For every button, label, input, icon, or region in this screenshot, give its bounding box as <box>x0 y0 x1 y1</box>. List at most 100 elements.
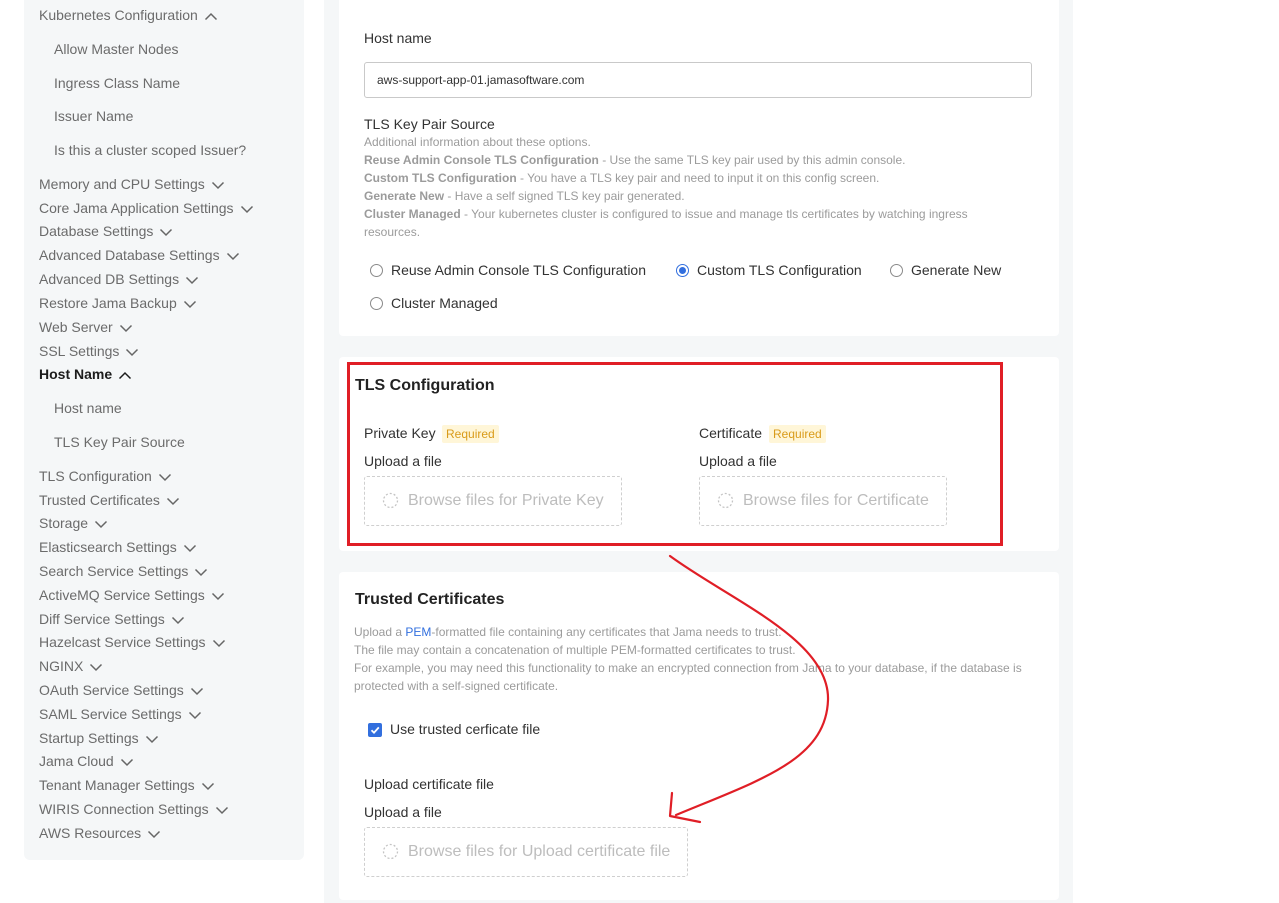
sidebar-item-storage[interactable]: Storage <box>39 514 108 532</box>
private-key-upload-label: Upload a file <box>364 453 442 469</box>
sidebar-item-label: Ingress Class Name <box>54 75 181 91</box>
sidebar-item-aws-resources[interactable]: AWS Resources <box>39 824 161 842</box>
private-key-dropzone[interactable]: Browse files for Private Key <box>364 476 622 526</box>
sidebar-item-hazelcast-service-settings[interactable]: Hazelcast Service Settings <box>39 633 226 651</box>
sidebar-item-nginx[interactable]: NGINX <box>39 657 103 675</box>
radio-generate-new[interactable] <box>890 264 903 277</box>
sidebar-item-label: Web Server <box>39 319 113 335</box>
tls-source-help-line: Custom TLS Configuration - You have a TL… <box>364 171 880 185</box>
sidebar-item-jama-cloud[interactable]: Jama Cloud <box>39 752 134 770</box>
sidebar-item-advanced-database-settings[interactable]: Advanced Database Settings <box>39 246 240 264</box>
private-key-label: Private Key <box>364 425 436 441</box>
chevron-up-icon <box>118 371 132 380</box>
sidebar-item-label: Database Settings <box>39 223 154 239</box>
pem-link[interactable]: PEM <box>405 625 431 639</box>
sidebar-item-label: Elasticsearch Settings <box>39 539 177 555</box>
sidebar-item-label: AWS Resources <box>39 825 142 841</box>
sidebar-item-search-service-settings[interactable]: Search Service Settings <box>39 562 208 580</box>
sidebar-item-label: Memory and CPU Settings <box>39 176 205 192</box>
sidebar-item-startup-settings[interactable]: Startup Settings <box>39 729 159 747</box>
sidebar-item-wiris-connection-settings[interactable]: WIRIS Connection Settings <box>39 800 229 818</box>
loading-spinner-icon <box>382 492 399 509</box>
certificate-browse-text[interactable]: Browse files for Certificate <box>743 492 929 510</box>
sidebar-item-label: Search Service Settings <box>39 563 189 579</box>
chevron-down-icon <box>183 300 197 309</box>
chevron-up-icon <box>204 12 218 21</box>
sidebar-item-label: TLS Configuration <box>39 468 152 484</box>
radio-reuse-admin-console[interactable] <box>370 264 383 277</box>
chevron-down-icon <box>94 520 108 529</box>
upload-certificate-title: Upload certificate file <box>364 776 494 792</box>
sidebar-item-label: ActiveMQ Service Settings <box>39 587 205 603</box>
sidebar-item-label: Restore Jama Backup <box>39 295 177 311</box>
sidebar-item-elasticsearch-settings[interactable]: Elasticsearch Settings <box>39 538 197 556</box>
chevron-down-icon <box>119 324 133 333</box>
chevron-down-icon <box>159 228 173 237</box>
use-trusted-certificate-checkbox[interactable] <box>368 723 382 737</box>
sidebar-item-label: Storage <box>39 515 89 531</box>
radio-label-reuse-admin-console[interactable]: Reuse Admin Console TLS Configuration <box>391 262 646 278</box>
sidebar-item-label: SSL Settings <box>39 343 120 359</box>
sidebar-item-trusted-certificates[interactable]: Trusted Certificates <box>39 491 180 509</box>
sidebar-item-host-name[interactable]: Host name <box>54 399 122 417</box>
sidebar-item-database-settings[interactable]: Database Settings <box>39 222 173 240</box>
tls-source-help-intro: Additional information about these optio… <box>364 135 591 149</box>
sidebar-item-label: Issuer Name <box>54 108 134 124</box>
radio-custom-tls[interactable] <box>676 264 689 277</box>
sidebar-item-advanced-db-settings[interactable]: Advanced DB Settings <box>39 270 199 288</box>
sidebar-item-host-name[interactable]: Host Name <box>39 365 132 383</box>
chevron-down-icon <box>190 687 204 696</box>
sidebar-item-is-this-a-cluster-scoped-issuer[interactable]: Is this a cluster scoped Issuer? <box>54 141 246 159</box>
trusted-certificates-title: Trusted Certificates <box>355 591 505 608</box>
sidebar-item-diff-service-settings[interactable]: Diff Service Settings <box>39 610 185 628</box>
sidebar-item-saml-service-settings[interactable]: SAML Service Settings <box>39 705 202 723</box>
private-key-browse-text[interactable]: Browse files for Private Key <box>408 492 604 510</box>
tls-source-help: Additional information about these optio… <box>364 133 1004 241</box>
chevron-down-icon <box>185 276 199 285</box>
radio-label-custom-tls[interactable]: Custom TLS Configuration <box>697 262 862 278</box>
sidebar-item-activemq-service-settings[interactable]: ActiveMQ Service Settings <box>39 586 225 604</box>
chevron-down-icon <box>147 830 161 839</box>
chevron-down-icon <box>211 181 225 190</box>
sidebar-item-issuer-name[interactable]: Issuer Name <box>54 107 133 125</box>
sidebar-item-core-jama-application-settings[interactable]: Core Jama Application Settings <box>39 199 254 217</box>
sidebar-item-label: Diff Service Settings <box>39 611 165 627</box>
loading-spinner-icon <box>717 492 734 509</box>
chevron-down-icon <box>120 758 134 767</box>
tls-source-label: TLS Key Pair Source <box>364 116 495 132</box>
certificate-upload-label: Upload a file <box>699 453 777 469</box>
sidebar-item-web-server[interactable]: Web Server <box>39 318 133 336</box>
sidebar-item-label: OAuth Service Settings <box>39 682 184 698</box>
sidebar-item-allow-master-nodes[interactable]: Allow Master Nodes <box>54 40 179 58</box>
sidebar-item-kubernetes-configuration[interactable]: Kubernetes Configuration <box>39 6 218 24</box>
sidebar-item-label: Is this a cluster scoped Issuer? <box>54 142 247 158</box>
use-trusted-certificate-label[interactable]: Use trusted cerficate file <box>390 721 540 737</box>
chevron-down-icon <box>212 639 226 648</box>
sidebar-item-label: Jama Cloud <box>39 753 114 769</box>
upload-certificate-dropzone[interactable]: Browse files for Upload certificate file <box>364 827 688 877</box>
sidebar-item-label: Host name <box>54 400 122 416</box>
trusted-certificates-help: Upload a PEM-formatted file containing a… <box>354 625 1022 693</box>
sidebar-item-restore-jama-backup[interactable]: Restore Jama Backup <box>39 294 197 312</box>
sidebar-item-tenant-manager-settings[interactable]: Tenant Manager Settings <box>39 776 215 794</box>
sidebar-item-label: Host Name <box>39 366 113 382</box>
required-badge: Required <box>442 425 499 443</box>
sidebar-item-label: Tenant Manager Settings <box>39 777 195 793</box>
chevron-down-icon <box>240 205 254 214</box>
sidebar-item-label: WIRIS Connection Settings <box>39 801 209 817</box>
sidebar-item-tls-key-pair-source[interactable]: TLS Key Pair Source <box>54 433 185 451</box>
sidebar-item-ingress-class-name[interactable]: Ingress Class Name <box>54 74 180 92</box>
radio-label-generate-new[interactable]: Generate New <box>911 262 1001 278</box>
certificate-dropzone[interactable]: Browse files for Certificate <box>699 476 947 526</box>
radio-label-cluster-managed[interactable]: Cluster Managed <box>391 295 498 311</box>
sidebar-item-oauth-service-settings[interactable]: OAuth Service Settings <box>39 681 204 699</box>
chevron-down-icon <box>201 782 215 791</box>
host-name-input[interactable] <box>364 62 1032 98</box>
radio-cluster-managed[interactable] <box>370 297 383 310</box>
tls-source-help-line: Reuse Admin Console TLS Configuration - … <box>364 153 906 167</box>
sidebar-item-tls-configuration[interactable]: TLS Configuration <box>39 467 172 485</box>
sidebar-item-memory-and-cpu-settings[interactable]: Memory and CPU Settings <box>39 175 225 193</box>
host-name-label: Host name <box>364 30 432 46</box>
upload-certificate-browse-text[interactable]: Browse files for Upload certificate file <box>408 843 670 861</box>
sidebar-item-ssl-settings[interactable]: SSL Settings <box>39 342 139 360</box>
